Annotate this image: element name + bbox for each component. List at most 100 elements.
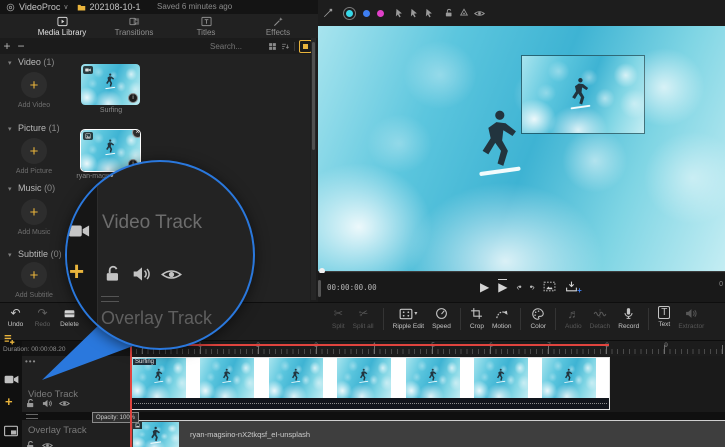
play-button[interactable]: ▶ (480, 280, 489, 294)
info-icon[interactable]: i (128, 93, 138, 103)
media-item-label: Surfing (66, 107, 156, 114)
lock-icon[interactable] (444, 8, 454, 18)
pointer-star-icon[interactable] (394, 8, 404, 18)
divider-handle-icon[interactable] (26, 414, 38, 419)
add-media-button[interactable]: + (0, 40, 14, 52)
speed-button[interactable]: Speed (428, 306, 455, 330)
section-count: (1) (49, 123, 60, 133)
tab-titles[interactable]: Titles (170, 14, 242, 37)
color-dot-cyan-selected[interactable] (343, 7, 356, 20)
color-dot-blue[interactable] (363, 10, 370, 17)
undo-icon: ↶ (10, 307, 20, 320)
panel-resize-handle[interactable] (318, 280, 321, 297)
extractor-button[interactable]: Extractor (674, 306, 708, 330)
section-count: (0) (51, 249, 62, 259)
redo-button[interactable]: ↷ Redo (29, 307, 56, 328)
preview-canvas (318, 26, 725, 271)
timeline-ruler[interactable]: 1 2 3 4 5 6 7 8 9 (130, 341, 725, 356)
speed-gauge-icon (435, 307, 448, 320)
add-track-icon[interactable] (3, 333, 16, 346)
video-track-header[interactable]: ••• Video Track (22, 356, 130, 412)
preview-progress-bar[interactable] (318, 271, 725, 272)
export-button[interactable]: + (565, 280, 578, 293)
timecode: 00:00:00.00 (327, 283, 377, 292)
pointer-snap-icon[interactable] (409, 8, 419, 18)
add-video-button[interactable]: + (21, 72, 47, 98)
add-picture-button[interactable]: + (21, 138, 47, 164)
export-icon (565, 280, 578, 293)
playhead[interactable] (130, 341, 132, 447)
grid-view-icon[interactable] (268, 42, 277, 51)
overlay-clip-picture[interactable]: ryan-magsino-nX2tkqsf_eI-unsplash (131, 420, 725, 447)
ruler-tick-label: 9 (664, 342, 668, 349)
record-button[interactable]: Record (614, 306, 643, 330)
eye-icon[interactable] (42, 440, 53, 447)
section-name: Video (18, 57, 41, 67)
media-item-surfing[interactable]: i (81, 64, 140, 105)
section-name: Music (18, 183, 42, 193)
motion-button[interactable]: Motion (488, 306, 516, 330)
tab-effects[interactable]: Effects (242, 14, 314, 37)
sort-icon[interactable] (281, 42, 290, 51)
add-overlay-track-button[interactable]: + (5, 394, 13, 409)
ripple-edit-button[interactable]: ▾ Ripple Edit (389, 306, 428, 330)
section-header-subtitle[interactable]: ▾ Subtitle (0) (8, 249, 62, 259)
section-header-video[interactable]: ▾ Video (1) (8, 57, 54, 67)
track-menu-icon[interactable]: ••• (25, 357, 36, 366)
videoproc-logo-icon (6, 3, 15, 12)
close-icon[interactable]: × (132, 130, 140, 138)
add-subtitle-button[interactable]: + (21, 262, 47, 288)
color-dot-magenta[interactable] (377, 10, 384, 17)
color-button[interactable]: Color (526, 306, 550, 330)
section-count: (1) (43, 57, 54, 67)
overlay-track-name: Overlay Track (101, 308, 212, 329)
picture-badge-icon (83, 132, 93, 140)
split-button[interactable]: ✂ Split (328, 306, 349, 330)
transitions-icon (129, 16, 140, 27)
eye-icon[interactable] (474, 8, 485, 19)
lock-icon[interactable] (25, 440, 36, 447)
add-subtitle-label: Add Subtitle (4, 292, 64, 299)
video-track-name: Video Track (102, 212, 202, 234)
add-music-button[interactable]: + (21, 199, 47, 225)
slope-tool-icon[interactable] (323, 8, 333, 18)
search-input[interactable] (208, 41, 264, 52)
library-scrollbar-thumb[interactable] (312, 42, 315, 150)
clip-tools: ✂ Split ✂ Split all ▾ Ripple Edit Speed … (328, 306, 708, 330)
audio-button[interactable]: ♬ Audio (561, 306, 586, 330)
text-button[interactable]: T Text (654, 306, 674, 328)
video-track-lane[interactable]: Surfing (130, 356, 725, 412)
section-header-picture[interactable]: ▾ Picture (1) (8, 123, 60, 133)
next-frame-button[interactable]: •› (530, 282, 534, 292)
split-all-button[interactable]: ✂ Split all (349, 306, 378, 330)
eye-icon[interactable] (59, 398, 70, 409)
chevron-down-icon: ▾ (8, 252, 12, 259)
speaker-icon[interactable] (42, 398, 53, 409)
tab-label: Transitions (115, 28, 154, 37)
lock-icon[interactable] (25, 398, 36, 409)
undo-button[interactable]: ↶ Undo (2, 307, 29, 328)
effects-wand-icon (273, 16, 284, 27)
pointer-icon[interactable] (424, 8, 434, 18)
picture-in-picture-overlay[interactable] (522, 56, 644, 133)
snapshot-icon[interactable] (543, 280, 556, 293)
app-menu-chevron-icon[interactable]: ∨ (63, 3, 68, 11)
detach-button[interactable]: Detach (586, 306, 615, 330)
overlay-track-header[interactable]: Overlay Track (22, 420, 130, 447)
add-video-label: Add Video (4, 102, 64, 109)
crop-button[interactable]: Crop (466, 306, 488, 330)
clip-audio-band (132, 398, 609, 409)
remove-media-button[interactable]: − (14, 40, 28, 52)
chevron-down-icon: ▾ (8, 186, 12, 193)
overlay-track-lane[interactable]: ryan-magsino-nX2tkqsf_eI-unsplash (130, 420, 725, 447)
tab-transitions[interactable]: Transitions (98, 14, 170, 37)
tab-media-library[interactable]: Media Library (26, 14, 98, 40)
video-clip-surfing[interactable]: Surfing (131, 357, 610, 410)
app-menu[interactable]: VideoProc (19, 2, 60, 12)
media-library-icon (57, 16, 68, 27)
play-from-start-button[interactable]: ▶ (498, 279, 507, 294)
microphone-icon (622, 307, 635, 320)
section-header-music[interactable]: ▾ Music (0) (8, 183, 55, 193)
previous-frame-button[interactable]: ‹• (516, 282, 520, 292)
mask-anchor-icon[interactable] (459, 8, 469, 18)
